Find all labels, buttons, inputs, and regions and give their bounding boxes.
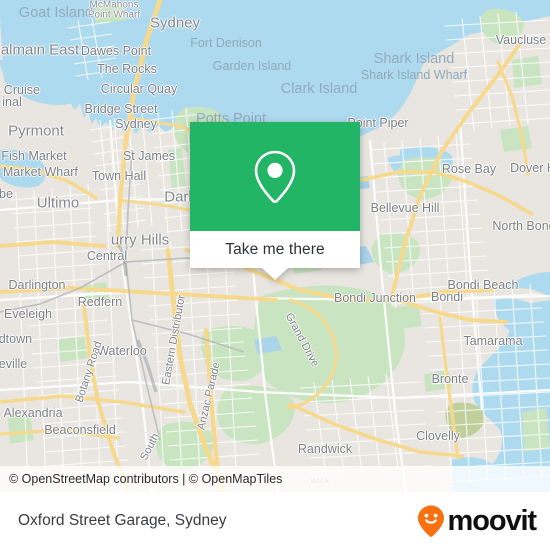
moovit-map-screenshot: Goat Island McMahons Point Wharf Sydney Fort…: [0, 0, 550, 550]
popup-pointer-tail: [262, 268, 288, 280]
take-me-there-label: Take me there: [225, 240, 325, 258]
moovit-smiley-pin-icon: [417, 505, 444, 537]
location-title: Oxford Street Garage, Sydney: [18, 512, 227, 529]
moovit-wordmark: moovit: [447, 504, 538, 537]
map-pin-icon: [254, 150, 296, 203]
moovit-logo[interactable]: moovit: [416, 504, 538, 538]
attribution-text: © OpenStreetMap contributors | © OpenMap…: [9, 472, 283, 486]
footer-bar: Oxford Street Garage, Sydney moovit: [0, 492, 550, 550]
popup-action-bar[interactable]: Take me there: [190, 231, 360, 268]
map-attribution: © OpenStreetMap contributors | © OpenMap…: [0, 466, 550, 492]
popup-header: [190, 122, 360, 231]
location-popup-card[interactable]: Take me there: [190, 122, 360, 280]
